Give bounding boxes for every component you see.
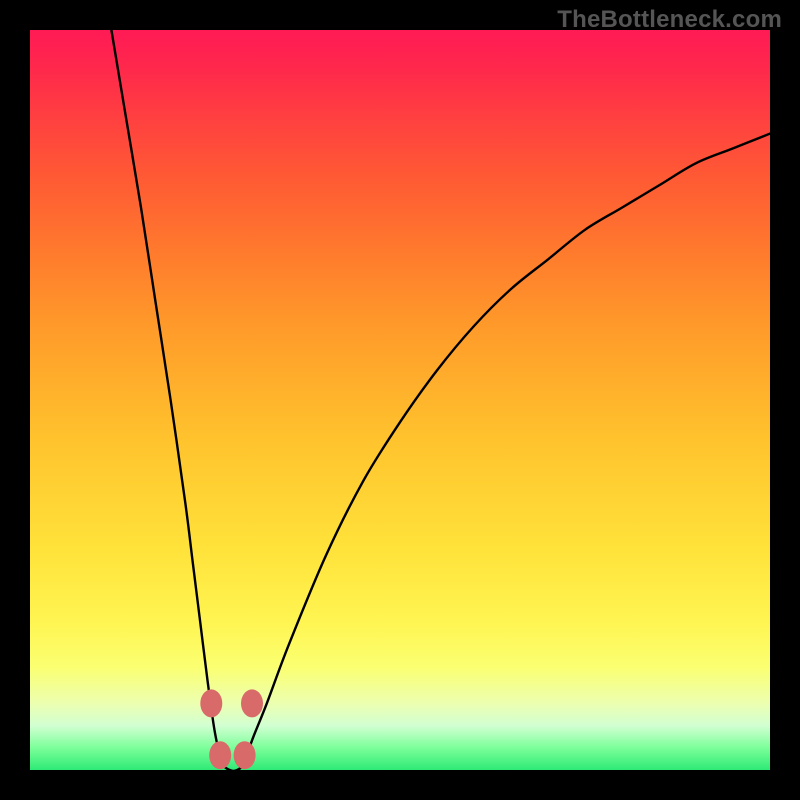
marker-dot (241, 689, 263, 717)
curve-markers (200, 689, 263, 769)
marker-dot (234, 741, 256, 769)
marker-dot (209, 741, 231, 769)
bottleneck-curve (111, 30, 770, 770)
chart-frame: TheBottleneck.com (0, 0, 800, 800)
curve-layer (30, 30, 770, 770)
marker-dot (200, 689, 222, 717)
plot-area (30, 30, 770, 770)
